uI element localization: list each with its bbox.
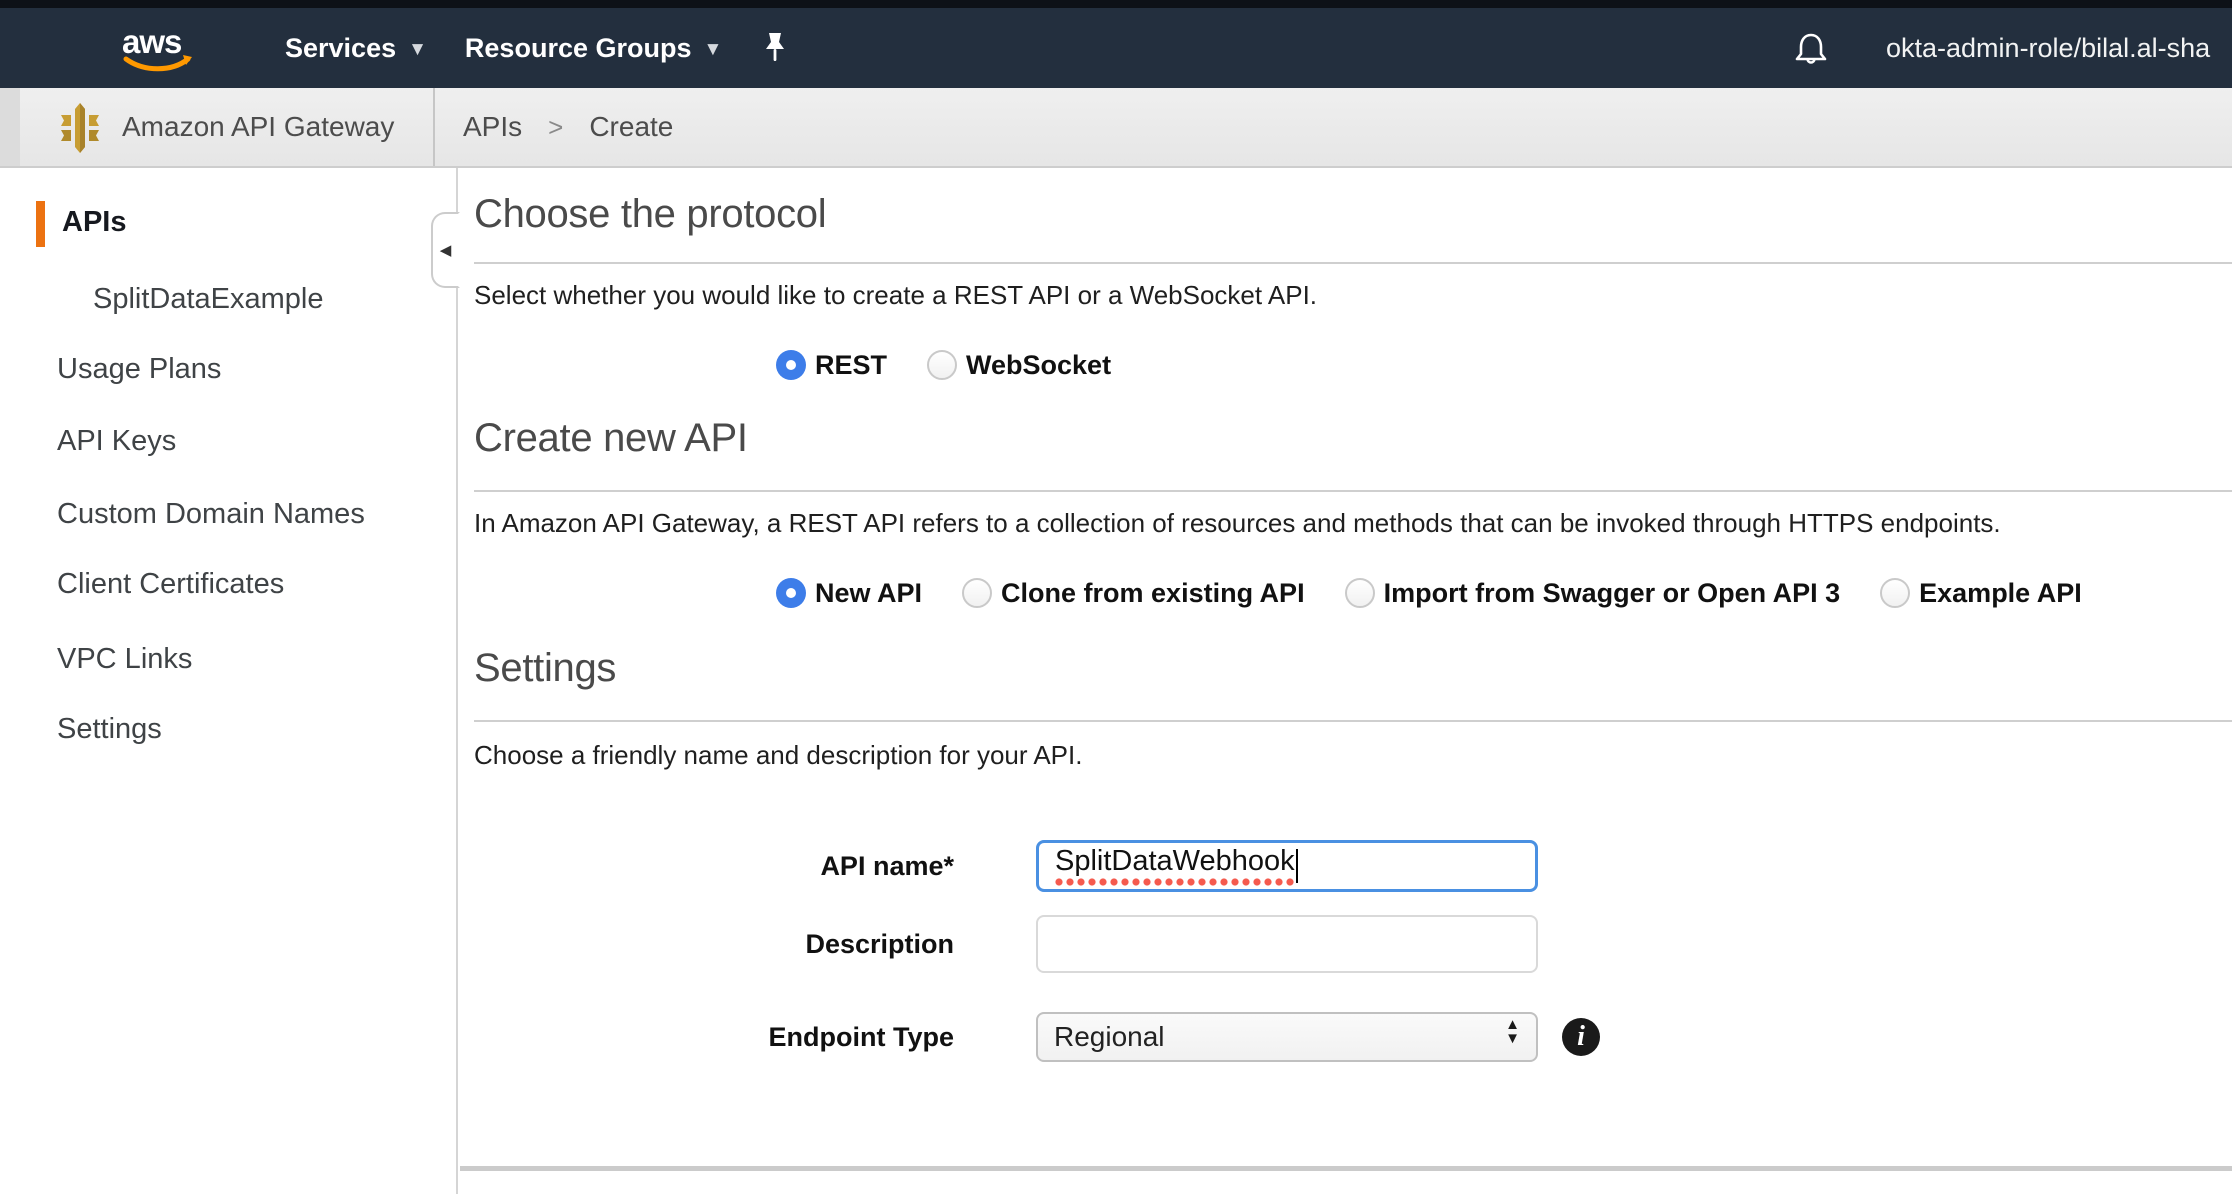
create-section-title: Create new API [474, 416, 748, 461]
sidebar-item-apis[interactable]: APIs [62, 206, 126, 239]
notifications-bell-button[interactable] [1792, 30, 1830, 73]
description-input[interactable] [1036, 915, 1538, 973]
radio-unselected-icon[interactable] [927, 350, 957, 380]
sidebar-item-client-certificates[interactable]: Client Certificates [57, 568, 284, 601]
radio-option-import-swagger[interactable]: Import from Swagger or Open API 3 [1345, 578, 1841, 609]
chevron-down-icon: ▼ [703, 39, 722, 61]
nav-services-menu[interactable]: Services ▼ [285, 33, 427, 64]
settings-section-title: Settings [474, 646, 616, 691]
aws-logo-icon[interactable]: aws [120, 26, 196, 79]
breadcrumb-item-create: Create [589, 111, 673, 143]
breadcrumb-item-apis[interactable]: APIs [463, 111, 522, 143]
endpoint-type-value: Regional [1054, 1021, 1165, 1053]
api-name-value: SplitDataWebhook [1055, 845, 1295, 887]
protocol-radio-group: REST WebSocket [776, 340, 1111, 390]
radio-option-clone[interactable]: Clone from existing API [962, 578, 1305, 609]
radio-selected-icon[interactable] [776, 578, 806, 608]
breadcrumb-divider [433, 88, 435, 166]
breadcrumb: Amazon API Gateway APIs > Create [0, 88, 2232, 168]
section-divider [474, 490, 2232, 492]
bell-icon [1792, 30, 1830, 68]
radio-option-new-api[interactable]: New API [776, 578, 922, 609]
create-section-description: In Amazon API Gateway, a REST API refers… [474, 508, 2001, 539]
sidebar-item-custom-domain-names[interactable]: Custom Domain Names [57, 498, 365, 531]
account-name: okta-admin-role/bilal.al-sha [1886, 33, 2210, 64]
collapse-arrow-icon: ◀ [440, 241, 452, 259]
svg-text:aws: aws [122, 26, 181, 60]
section-divider [474, 720, 2232, 722]
api-name-input[interactable]: SplitDataWebhook [1036, 840, 1538, 892]
api-name-row: API name* SplitDataWebhook [474, 838, 1538, 894]
radio-option-example-api[interactable]: Example API [1880, 578, 2082, 609]
select-arrows-icon: ▲▼ [1505, 1018, 1520, 1046]
main-content: Choose the protocol Select whether you w… [460, 168, 2232, 1194]
radio-unselected-icon[interactable] [1880, 578, 1910, 608]
description-label: Description [474, 929, 954, 960]
pin-shortcut-button[interactable] [760, 31, 790, 65]
sidebar-item-splitdataexample[interactable]: SplitDataExample [93, 283, 324, 316]
left-gutter [0, 88, 20, 166]
endpoint-type-label: Endpoint Type [474, 1022, 954, 1053]
radio-option-rest[interactable]: REST [776, 350, 887, 381]
radio-unselected-icon[interactable] [1345, 578, 1375, 608]
nav-services-label: Services [285, 33, 396, 64]
breadcrumb-separator: > [548, 112, 563, 143]
nav-resource-groups-menu[interactable]: Resource Groups ▼ [465, 33, 722, 64]
settings-section-description: Choose a friendly name and description f… [474, 740, 1082, 771]
endpoint-type-select[interactable]: Regional ▲▼ [1036, 1012, 1538, 1062]
create-type-radio-group: New API Clone from existing API Import f… [776, 568, 2082, 618]
sidebar: APIs SplitDataExample Usage Plans API Ke… [0, 168, 458, 1194]
radio-option-websocket[interactable]: WebSocket [927, 350, 1111, 381]
sidebar-item-settings[interactable]: Settings [57, 713, 162, 746]
pin-icon [760, 31, 790, 65]
text-cursor [1296, 849, 1298, 883]
description-row: Description [474, 914, 1538, 974]
protocol-section-description: Select whether you would like to create … [474, 280, 1317, 311]
endpoint-type-row: Endpoint Type Regional ▲▼ i [474, 1012, 1600, 1062]
account-menu[interactable]: okta-admin-role/bilal.al-sha [1886, 8, 2210, 88]
radio-selected-icon[interactable] [776, 350, 806, 380]
radio-unselected-icon[interactable] [962, 578, 992, 608]
protocol-section-title: Choose the protocol [474, 192, 826, 237]
chevron-down-icon: ▼ [408, 39, 427, 61]
sidebar-collapse-toggle[interactable]: ◀ [431, 212, 460, 288]
api-name-label: API name* [474, 851, 954, 882]
active-item-indicator [36, 201, 45, 247]
aws-top-navbar: aws Services ▼ Resource Groups ▼ okta-ad… [0, 8, 2232, 88]
sidebar-item-api-keys[interactable]: API Keys [57, 425, 176, 458]
api-gateway-icon [58, 102, 102, 159]
nav-resource-groups-label: Resource Groups [465, 33, 692, 64]
breadcrumb-service-name[interactable]: Amazon API Gateway [122, 88, 394, 166]
sidebar-item-vpc-links[interactable]: VPC Links [57, 643, 192, 676]
footer-divider [460, 1166, 2232, 1171]
sidebar-item-usage-plans[interactable]: Usage Plans [57, 353, 221, 386]
section-divider [474, 262, 2232, 264]
window-top-strip [0, 0, 2232, 8]
info-icon[interactable]: i [1562, 1018, 1600, 1056]
